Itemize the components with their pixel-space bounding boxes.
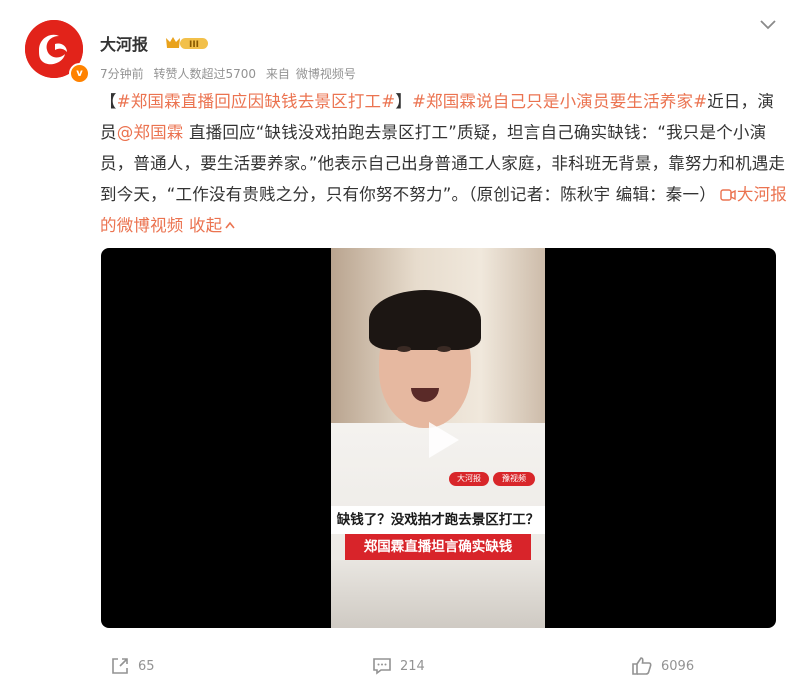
thumbs-up-icon [632, 657, 652, 675]
collapse-link[interactable]: 收起 [189, 216, 236, 235]
video-watermark: 大河报 豫视频 [449, 472, 535, 486]
post-meta: 7分钟前 转赞人数超过5700 来自 微博视频号 [100, 65, 362, 82]
watermark-yushipin: 豫视频 [493, 472, 535, 486]
bracket-close: 】 [395, 92, 412, 111]
post-text-2: 直播回应“缺钱没戏拍跑去景区打工”质疑，坦言自己确实缺钱：“我只是个小演员，普通… [100, 123, 786, 204]
post-body: 【#郑国霖直播回应因缺钱去景区打工#】#郑国霖说自己只是小演员要生活养家#近日，… [100, 86, 790, 241]
chevron-down-icon[interactable] [758, 18, 778, 32]
comment-button[interactable]: 214 [372, 655, 425, 677]
video-person-hair [369, 290, 481, 350]
collapse-label: 收起 [188, 216, 223, 235]
topic-link-2[interactable]: #郑国霖说自己只是小演员要生活养家# [412, 92, 707, 111]
video-person-eye-right [437, 346, 451, 352]
reposts-info: 转赞人数超过5700 [153, 67, 257, 81]
topic-link-1[interactable]: #郑国霖直播回应因缺钱去景区打工# [117, 92, 396, 111]
video-frame: 大河报 豫视频 缺钱了？没戏拍才跑去景区打工？ 郑国霖直播坦言确实缺钱 [331, 248, 545, 628]
share-button[interactable]: 65 [110, 655, 155, 677]
bracket-open: 【 [100, 92, 117, 111]
chevron-up-icon [225, 221, 235, 229]
like-button[interactable]: 6096 [631, 655, 694, 677]
post-time[interactable]: 7分钟前 [100, 67, 144, 81]
source-link[interactable]: 微博视频号 [296, 67, 356, 81]
video-person-eye-left [397, 346, 411, 352]
action-bar: 65 214 6096 [0, 655, 799, 677]
play-icon[interactable] [419, 418, 463, 462]
video-caption-line2: 郑国霖直播坦言确实缺钱 [345, 534, 531, 560]
share-count: 65 [138, 658, 155, 674]
verified-badge-icon: v [69, 63, 90, 84]
share-icon [112, 658, 128, 674]
video-player[interactable]: 大河报 豫视频 缺钱了？没戏拍才跑去景区打工？ 郑国霖直播坦言确实缺钱 [101, 248, 776, 628]
account-name[interactable]: 大河报 [100, 31, 148, 55]
level-text: III [189, 40, 199, 50]
watermark-dahebao: 大河报 [449, 472, 489, 486]
mention-link[interactable]: @郑国霖 [117, 123, 184, 142]
comment-count: 214 [400, 658, 425, 674]
comment-icon [373, 658, 391, 675]
video-frame-bottom [331, 560, 545, 628]
video-link-icon [720, 189, 736, 201]
video-caption-line1: 缺钱了？没戏拍才跑去景区打工？ [331, 506, 545, 534]
level-badge-icon: III [166, 37, 208, 50]
source-prefix: 来自 [265, 67, 290, 81]
like-count: 6096 [661, 658, 695, 674]
avatar[interactable]: v [25, 20, 90, 84]
